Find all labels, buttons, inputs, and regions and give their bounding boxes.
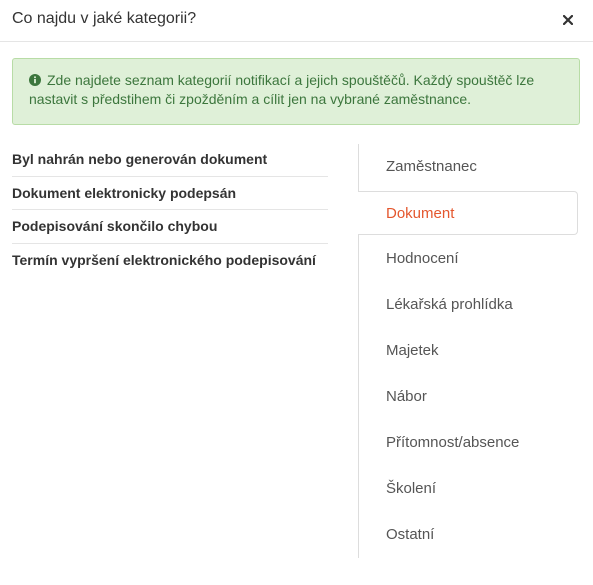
tab-dokument[interactable]: Dokument [358, 191, 578, 235]
trigger-list: Byl nahrán nebo generován dokument Dokum… [12, 143, 328, 277]
tab-pritomnost-absence[interactable]: Přítomnost/absence [359, 420, 578, 464]
tab-majetek[interactable]: Majetek [359, 328, 578, 372]
tab-ostatni[interactable]: Ostatní [359, 512, 578, 556]
info-alert: Zde najdete seznam kategorií notifikací … [12, 58, 580, 125]
tab-skoleni[interactable]: Školení [359, 466, 578, 510]
trigger-item: Byl nahrán nebo generován dokument [12, 143, 328, 177]
trigger-item: Dokument elektronicky podepsán [12, 177, 328, 210]
dialog-header: Co najdu v jaké kategorii? [0, 0, 593, 42]
trigger-item: Podepisování skončilo chybou [12, 210, 328, 244]
close-icon [563, 15, 573, 25]
close-button[interactable] [557, 9, 579, 31]
dialog-title: Co najdu v jaké kategorii? [12, 10, 197, 27]
tab-nabor[interactable]: Nábor [359, 374, 578, 418]
info-text: Zde najdete seznam kategorií notifikací … [29, 72, 535, 107]
trigger-item: Termín vypršení elektronického podepisov… [12, 252, 316, 269]
category-tabs: Zaměstnanec Dokument Hodnocení Lékařská … [358, 144, 578, 558]
tab-zamestnanec[interactable]: Zaměstnanec [359, 144, 578, 188]
info-icon [29, 74, 41, 86]
tab-hodnoceni[interactable]: Hodnocení [359, 236, 578, 280]
tab-lekarska-prohlidka[interactable]: Lékařská prohlídka [359, 282, 578, 326]
